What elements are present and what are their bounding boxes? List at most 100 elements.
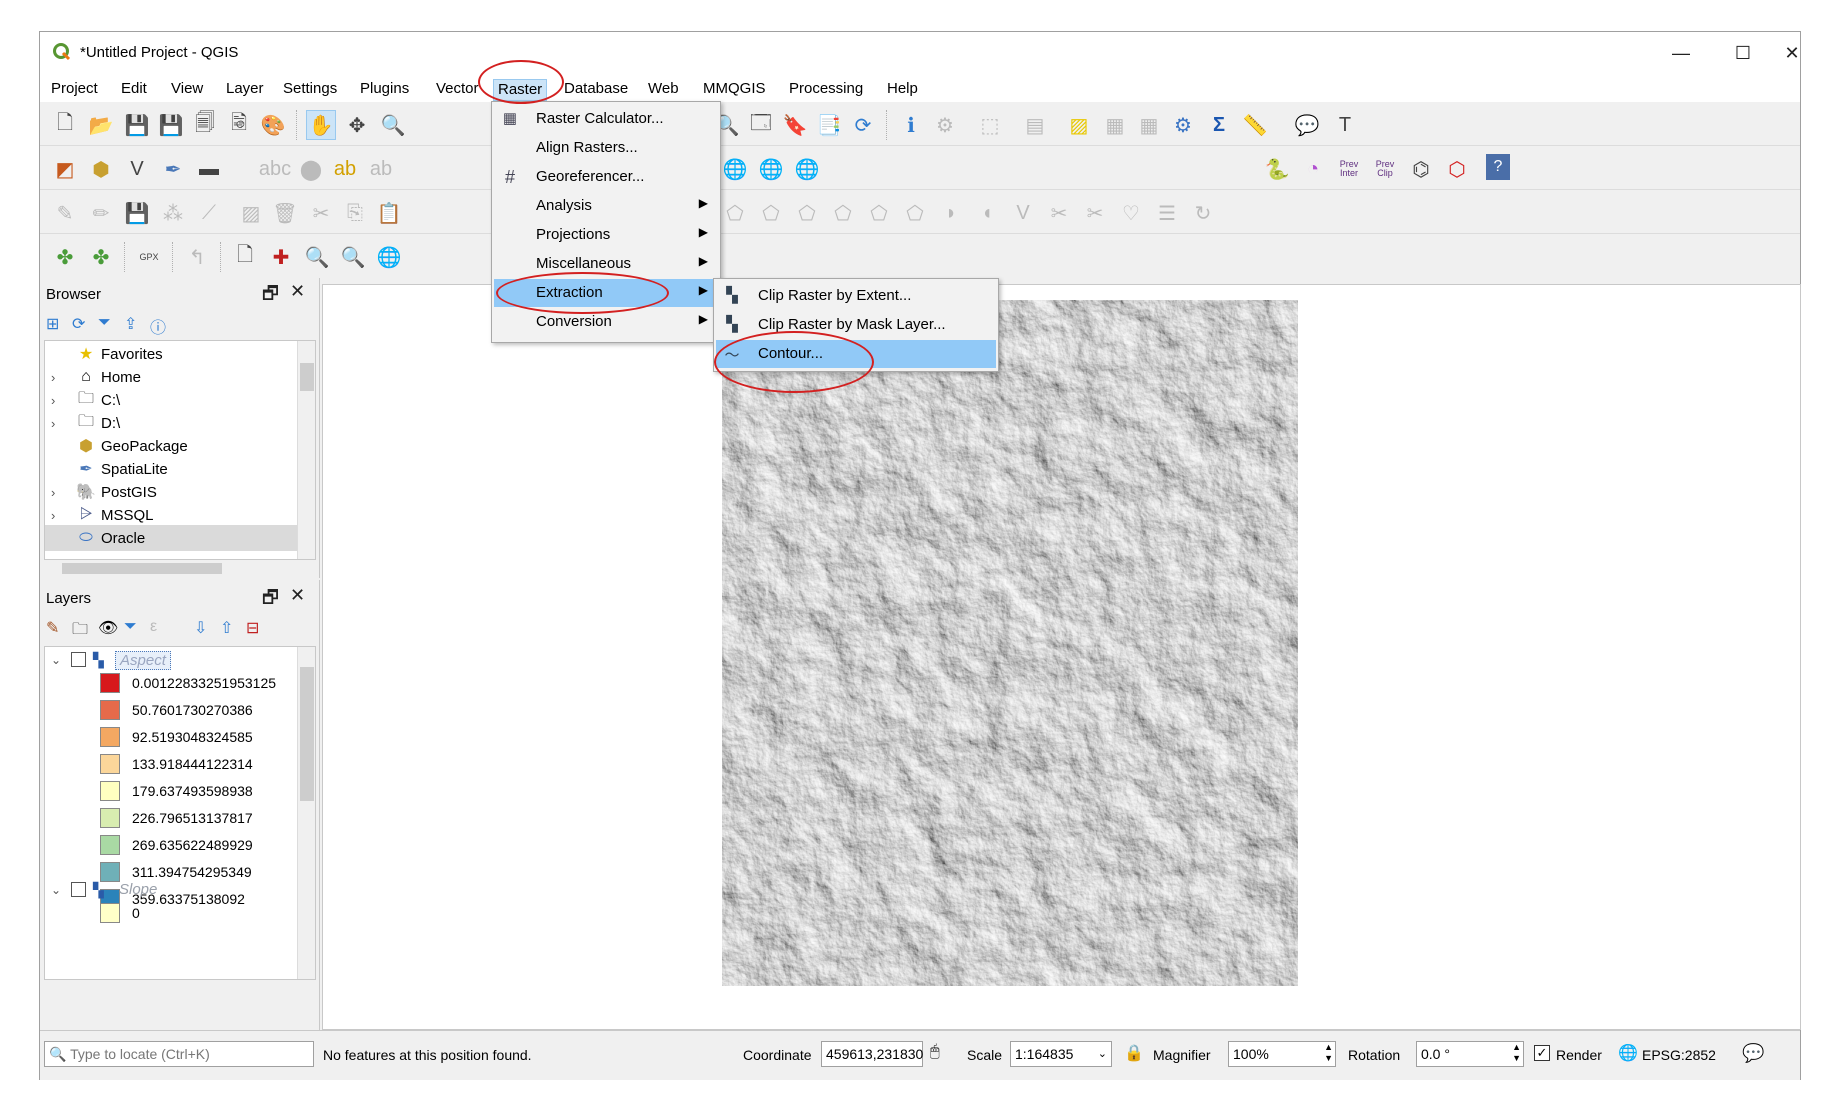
advanced-edit-icon[interactable]: V xyxy=(1008,198,1038,228)
menu-mmqgis[interactable]: MMQGIS xyxy=(699,79,770,101)
filter-icon[interactable]: ⏷ xyxy=(98,314,111,332)
split-parts-icon[interactable]: ✂ xyxy=(1080,198,1110,228)
menu-item-contour[interactable]: 〜 Contour... xyxy=(716,340,996,368)
expand-arrow-icon[interactable]: › xyxy=(51,508,65,523)
cut-features-icon[interactable]: ✂ xyxy=(306,198,336,228)
lock-icon[interactable]: 🔒 xyxy=(1124,1043,1144,1063)
pointer-icon[interactable]: ↰ xyxy=(182,242,212,272)
edits-icon[interactable]: ✎ xyxy=(50,198,80,228)
browser-horizontal-scrollbar[interactable] xyxy=(44,560,296,576)
style-layer-icon[interactable]: ✎ xyxy=(46,618,59,638)
crs-globe-icon[interactable]: 🌐 xyxy=(1618,1043,1638,1063)
save-edits-icon[interactable]: 💾 xyxy=(122,198,152,228)
browser-vertical-scrollbar[interactable] xyxy=(297,341,315,559)
identify-features-icon[interactable]: ℹ xyxy=(896,110,926,140)
menu-item-conversion[interactable]: Conversion ▶ xyxy=(494,308,718,336)
gpx-tools-icon[interactable]: GPX xyxy=(134,242,164,272)
pin-labels-icon[interactable]: ⬤ xyxy=(296,154,326,184)
advanced-edit-icon[interactable]: ⬠ xyxy=(864,198,894,228)
add-virtual-layer-icon[interactable]: ▬ xyxy=(194,154,224,184)
expand-arrow-icon[interactable]: › xyxy=(51,416,65,431)
collapse-all-icon[interactable]: ⇪ xyxy=(124,314,137,334)
advanced-edit-icon[interactable]: ⬠ xyxy=(756,198,786,228)
browser-item-oracle[interactable]: ⬭ Oracle xyxy=(45,525,315,551)
deselect-all-icon[interactable]: ▨ xyxy=(1064,110,1094,140)
rotate-point-icon[interactable]: ↻ xyxy=(1188,198,1218,228)
prev-inter-button[interactable]: Prev Inter xyxy=(1334,154,1364,184)
toggle-editing-icon[interactable]: ✏ xyxy=(86,198,116,228)
pan-to-selection-icon[interactable]: ✥ xyxy=(342,110,372,140)
menu-item-miscellaneous[interactable]: Miscellaneous ▶ xyxy=(494,250,718,278)
undock-icon[interactable]: 🗗 xyxy=(262,281,279,311)
hillshade-raster[interactable] xyxy=(722,300,1298,986)
rotation-spinbox[interactable]: 0.0 ° ▲ ▼ xyxy=(1416,1041,1524,1067)
zoom-layer-icon[interactable]: 🔍 xyxy=(338,242,368,272)
collapse-arrow-icon[interactable]: ⌄ xyxy=(51,653,65,667)
new-map-view-icon[interactable]: 🗔 xyxy=(746,110,776,140)
statistical-summary-icon[interactable]: Σ xyxy=(1204,110,1234,140)
add-wms-layer-icon[interactable]: 🌐 xyxy=(720,154,750,184)
add-group-icon[interactable]: 🗀 xyxy=(72,618,88,645)
save-project-icon[interactable]: 💾 xyxy=(122,110,152,140)
move-label-icon[interactable]: ab xyxy=(366,154,396,184)
expand-arrow-icon[interactable]: › xyxy=(51,370,65,385)
add-geopackage-icon[interactable]: ⬢ xyxy=(86,154,116,184)
bookmark-icon[interactable]: 🔖 xyxy=(780,110,810,140)
menu-item-georeferencer[interactable]: # Georeferencer... xyxy=(494,163,718,191)
crs-button[interactable]: EPSG:2852 xyxy=(1642,1047,1716,1063)
scrollbar-thumb[interactable] xyxy=(300,363,314,391)
advanced-edit-icon[interactable]: ⬠ xyxy=(828,198,858,228)
digitize-icon[interactable]: ✤ xyxy=(50,242,80,272)
scrollbar-thumb[interactable] xyxy=(300,667,314,801)
advanced-edit-icon[interactable]: ⬠ xyxy=(720,198,750,228)
print-layout-icon[interactable]: 🗐 xyxy=(190,110,220,140)
new-shapefile-icon[interactable]: 🗋 xyxy=(230,242,260,272)
modify-attributes-icon[interactable]: ▨ xyxy=(236,198,266,228)
add-point-icon[interactable]: ✚ xyxy=(266,242,296,272)
expand-arrow-icon[interactable]: › xyxy=(51,393,65,408)
menu-processing[interactable]: Processing xyxy=(785,79,867,101)
toggle-extents-icon[interactable]: 🖱 xyxy=(930,1043,940,1061)
prev-clip-button[interactable]: Prev Clip xyxy=(1370,154,1400,184)
advanced-edit-icon[interactable]: ◖ xyxy=(972,198,1002,228)
layers-vertical-scrollbar[interactable] xyxy=(297,647,315,979)
menu-help[interactable]: Help xyxy=(883,79,922,101)
spin-arrows-icon[interactable]: ▲ ▼ xyxy=(1324,1042,1333,1064)
copy-features-icon[interactable]: ⎘ xyxy=(340,198,370,228)
refresh-icon[interactable]: ⟳ xyxy=(848,110,878,140)
globe-icon[interactable]: 🌐 xyxy=(374,242,404,272)
processing-toolbox-icon[interactable]: ⚙ xyxy=(1168,110,1198,140)
vertex-tool-icon[interactable]: ⟋ xyxy=(194,198,224,228)
split-features-icon[interactable]: ✂ xyxy=(1044,198,1074,228)
text-annotation-icon[interactable]: T xyxy=(1330,110,1360,140)
attribute-table-icon[interactable]: ▦ xyxy=(1100,110,1130,140)
menu-layer[interactable]: Layer xyxy=(222,79,268,101)
layer-aspect[interactable]: ⌄ ▚ Aspect xyxy=(45,647,315,673)
select-by-value-icon[interactable]: ▤ xyxy=(1020,110,1050,140)
scale-select[interactable]: 1:164835 ⌄ xyxy=(1010,1041,1112,1067)
menu-item-align-rasters[interactable]: Align Rasters... xyxy=(494,134,718,162)
locator-search-input[interactable]: 🔍 Type to locate (Ctrl+K) xyxy=(44,1041,314,1067)
expand-arrow-icon[interactable]: › xyxy=(51,485,65,500)
new-project-icon[interactable]: 🗋 xyxy=(50,110,80,140)
menu-database[interactable]: Database xyxy=(560,79,632,101)
hexagon-icon[interactable]: ⬡ xyxy=(1442,154,1472,184)
plugin-icon[interactable]: ◔ xyxy=(1298,154,1328,184)
data-source-manager-icon[interactable]: ◩ xyxy=(50,154,80,184)
menu-item-extraction[interactable]: Extraction ▶ xyxy=(494,279,718,307)
undock-icon[interactable]: 🗗 xyxy=(262,585,279,615)
close-panel-icon[interactable]: ✕ xyxy=(290,585,305,606)
menu-item-analysis[interactable]: Analysis ▶ xyxy=(494,192,718,220)
properties-icon[interactable]: ⓘ xyxy=(150,314,166,338)
align-points-icon[interactable]: ☰ xyxy=(1152,198,1182,228)
collapse-all-icon[interactable]: ⇧ xyxy=(220,618,233,638)
help-icon[interactable]: ? xyxy=(1486,154,1510,180)
binoculars-icon[interactable]: ⌬ xyxy=(1406,154,1436,184)
expand-all-icon[interactable]: ⇩ xyxy=(194,618,207,638)
menu-item-raster-calculator[interactable]: ▦ Raster Calculator... xyxy=(494,105,718,133)
scrollbar-thumb[interactable] xyxy=(62,563,222,574)
add-arcgis-layer-icon[interactable]: 🌐 xyxy=(792,154,822,184)
add-spatialite-icon[interactable]: ✒ xyxy=(158,154,188,184)
zoom-search-icon[interactable]: 🔍 xyxy=(302,242,332,272)
menu-item-clip-raster-by-mask[interactable]: ▚ Clip Raster by Mask Layer... xyxy=(716,311,996,339)
